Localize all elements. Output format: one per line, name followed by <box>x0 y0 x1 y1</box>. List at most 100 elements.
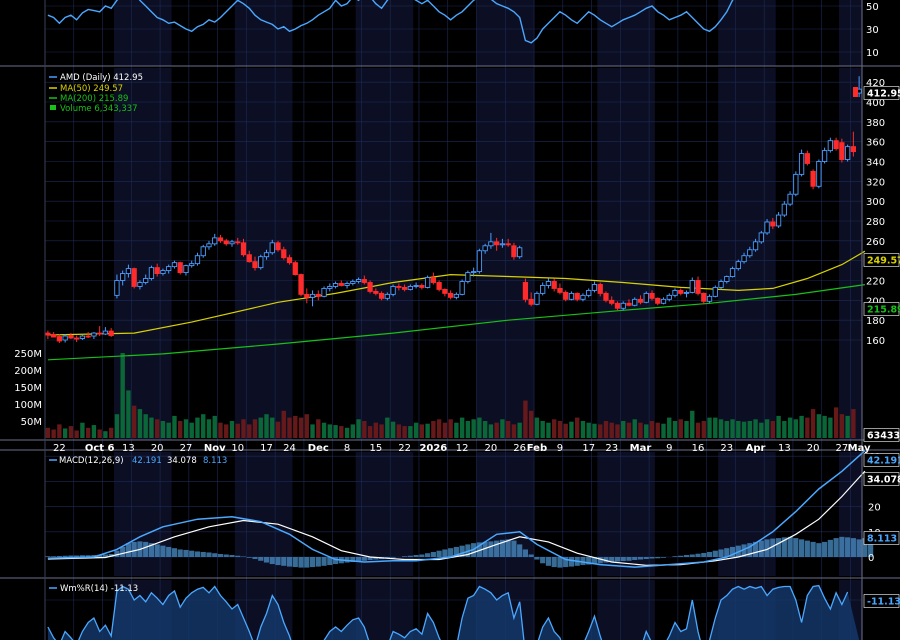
macd-histogram-bar <box>695 553 701 557</box>
macd-axis-tick: 20 <box>868 503 881 514</box>
candle-body <box>125 268 132 275</box>
volume-bar <box>563 423 568 438</box>
candle-body <box>166 266 172 272</box>
volume-bar <box>649 421 655 438</box>
candle-body <box>338 283 344 286</box>
volume-bar <box>442 422 448 438</box>
candle-body <box>580 294 586 300</box>
macd-histogram-bar <box>511 540 517 557</box>
candle-body <box>62 335 68 341</box>
macd-histogram-bar <box>292 557 298 568</box>
candle-body <box>102 330 109 335</box>
macd-histogram-bar <box>517 544 523 557</box>
candle-body <box>557 287 563 293</box>
volume-bar <box>108 427 114 438</box>
volume-bar <box>678 419 683 438</box>
price-axis-tick: 320 <box>866 177 885 188</box>
candle-body <box>91 332 97 337</box>
macd-histogram-bar <box>505 539 511 557</box>
volume-bar <box>293 415 298 438</box>
candle-body <box>793 173 799 195</box>
legend-volume: Volume 6,343,337 <box>60 104 138 114</box>
top-axis-tick: 50 <box>866 2 879 13</box>
candle-body <box>240 242 247 256</box>
volume-bar <box>799 415 804 438</box>
volume-bar <box>362 421 367 438</box>
macd-histogram-bar <box>643 557 649 560</box>
hist-value-tag: 8.113 <box>867 534 897 545</box>
date-label: 13 <box>778 443 791 454</box>
volume-bar <box>454 422 459 438</box>
candle-body <box>160 270 166 275</box>
volume-bar <box>448 419 453 438</box>
macd-histogram-bar <box>177 549 183 557</box>
date-label: 20 <box>151 443 164 454</box>
volume-bar <box>465 421 471 438</box>
volume-bar <box>252 419 258 438</box>
date-label: 23 <box>605 443 618 454</box>
candle-body <box>695 280 701 294</box>
macd-histogram-bar <box>706 551 713 557</box>
volume-bar <box>80 422 85 438</box>
macd-histogram-bar <box>407 555 413 557</box>
candle-body <box>609 299 615 304</box>
macd-histogram-bar <box>171 548 178 557</box>
candle-body <box>568 292 575 300</box>
volume-last-tag: 634333 <box>867 431 900 442</box>
volume-bar <box>62 428 68 438</box>
macd-histogram-bar <box>154 544 160 557</box>
volume-bar <box>275 421 281 438</box>
candle-body <box>678 289 684 294</box>
macd-histogram-bar <box>822 541 828 557</box>
candle-body <box>137 282 143 287</box>
candle-body <box>476 250 483 273</box>
candle-body <box>108 330 114 336</box>
date-label: 24 <box>283 443 296 454</box>
candle-body <box>465 272 471 282</box>
candle-body <box>626 302 632 306</box>
volume-bar <box>684 421 689 438</box>
volume-bar <box>471 419 476 438</box>
volume-bar <box>396 424 402 438</box>
volume-bar <box>201 414 206 438</box>
volume-bar <box>408 426 413 438</box>
volume-bar <box>724 421 729 438</box>
macd-histogram-bar <box>189 550 195 557</box>
volume-bar <box>546 422 551 438</box>
macd-histogram-bar <box>131 541 137 557</box>
candle-body <box>735 261 741 270</box>
candle-body <box>764 221 770 234</box>
legend-ma200: MA(200) 215.89 <box>60 94 128 104</box>
macd-histogram-bar <box>488 541 494 557</box>
macd-histogram-bar <box>839 536 845 557</box>
volume-bar <box>753 419 758 438</box>
candle-body <box>344 283 350 286</box>
volume-bar <box>350 424 355 438</box>
volume-bar <box>367 426 373 438</box>
candle-body <box>212 237 218 245</box>
candle-body <box>332 283 339 287</box>
candle-body <box>183 265 189 274</box>
candle-body <box>430 277 436 283</box>
candle-body <box>263 252 270 258</box>
macd-histogram-bar <box>223 554 229 557</box>
macd-histogram-bar <box>689 554 695 557</box>
volume-bar <box>373 422 379 438</box>
date-label: 9 <box>557 443 563 454</box>
candle-body <box>79 335 86 339</box>
candle-body <box>850 146 857 153</box>
macd-histogram-bar <box>252 557 258 560</box>
macd-histogram-bar <box>402 556 408 557</box>
volume-bar <box>690 410 695 438</box>
volume-bar <box>644 424 649 438</box>
candle-body <box>821 150 828 162</box>
macd-histogram-bar <box>160 545 166 557</box>
volume-axis-tick: 200M <box>14 366 42 377</box>
candle-body <box>413 285 419 287</box>
volume-bar <box>57 424 62 438</box>
date-label: Feb <box>527 443 547 454</box>
price-axis-tick: 180 <box>866 316 885 327</box>
volume-bar <box>713 417 718 438</box>
date-label: 13 <box>122 443 135 454</box>
volume-bar <box>281 410 286 438</box>
